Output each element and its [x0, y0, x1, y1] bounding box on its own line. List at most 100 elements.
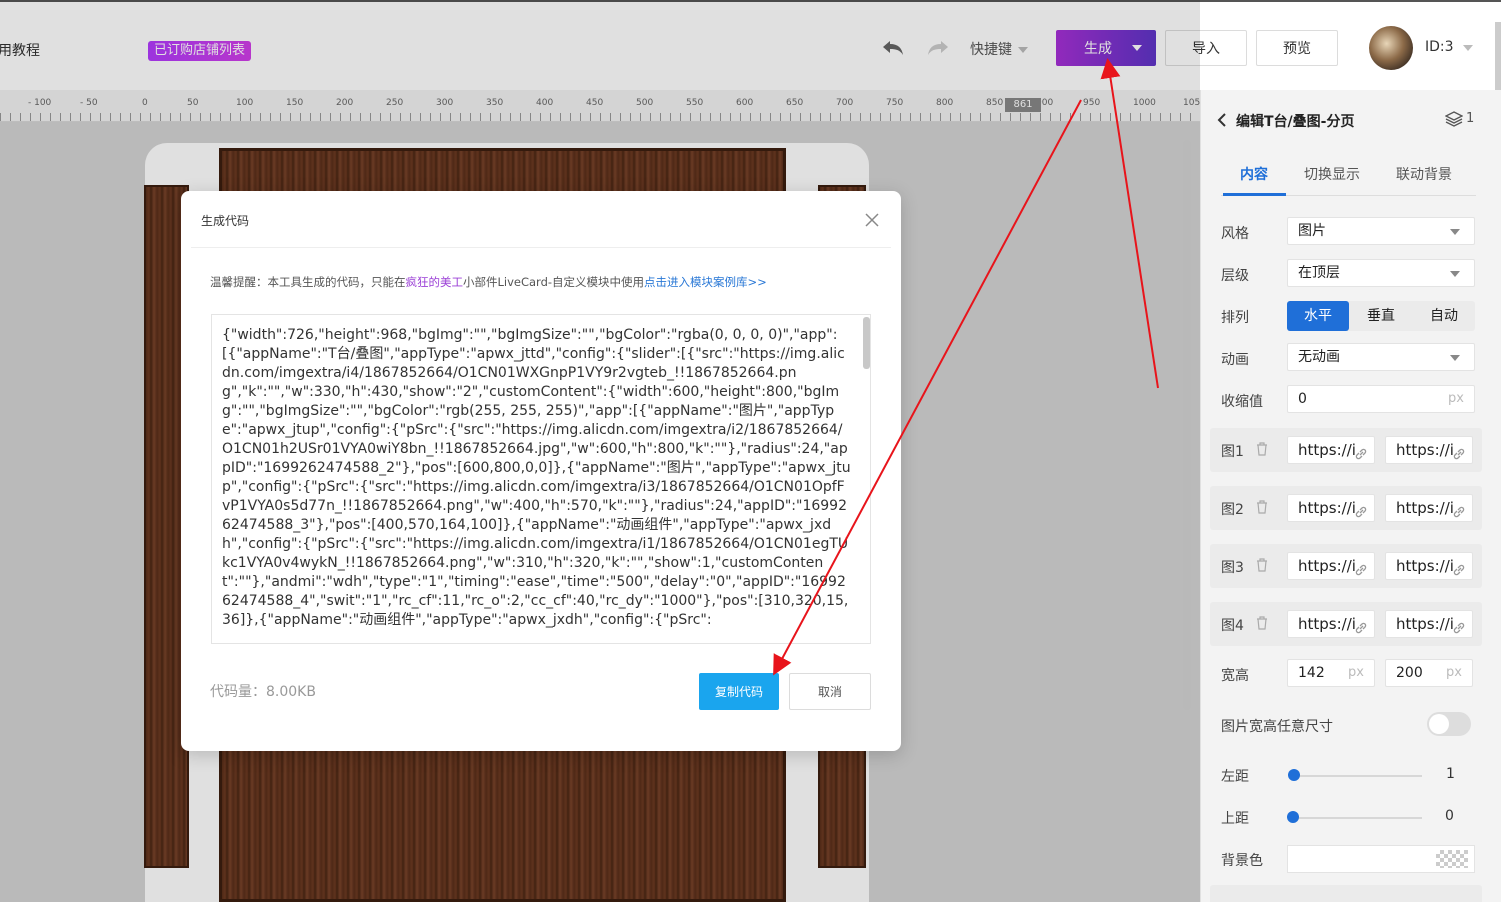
chevron-down-icon[interactable]	[1463, 45, 1473, 51]
layer-count: 1	[1466, 111, 1475, 126]
dialog-tip: 温馨提醒：本工具生成的代码，只能在疯狂的美工小部件LiveCard-自定义模块中…	[210, 274, 767, 290]
top-offset-slider-handle[interactable]	[1287, 811, 1299, 823]
height-input[interactable]: 200 px	[1385, 659, 1473, 687]
link-icon	[1452, 617, 1466, 634]
anysize-label: 图片宽高任意尺寸	[1221, 719, 1333, 735]
panel-next-card	[1210, 885, 1482, 902]
left-offset-slider-track[interactable]	[1292, 775, 1422, 777]
arrange-auto-button[interactable]: 自动	[1413, 301, 1475, 331]
arrange-vertical-button[interactable]: 垂直	[1350, 301, 1412, 331]
trash-icon[interactable]	[1256, 442, 1268, 456]
width-value: 142	[1298, 665, 1325, 681]
left-offset-slider-handle[interactable]	[1288, 769, 1300, 781]
image-url-field[interactable]: https://i	[1287, 552, 1375, 580]
dialog-title: 生成代码	[201, 214, 250, 228]
image-row-4: 图4 https://i https://i	[1210, 602, 1482, 646]
tip-text-middle: 小部件LiveCard-自定义模块中使用	[463, 275, 645, 289]
dialog-divider	[191, 247, 891, 248]
image-link-field[interactable]: https://i	[1385, 552, 1473, 580]
unit-px: px	[1348, 665, 1364, 680]
link-icon	[1354, 443, 1368, 460]
image-row-2: 图2 https://i https://i	[1210, 486, 1482, 530]
bgcolor-picker[interactable]	[1287, 845, 1475, 873]
image-url-field[interactable]: https://i	[1287, 436, 1375, 464]
image-url-field[interactable]: https://i	[1287, 610, 1375, 638]
anysize-toggle[interactable]	[1427, 712, 1471, 736]
top-offset-label: 上距	[1221, 811, 1249, 827]
top-offset-value: 0	[1445, 808, 1454, 824]
style-value: 图片	[1298, 223, 1326, 239]
url-text: https://i	[1298, 441, 1356, 459]
unit-px: px	[1448, 391, 1464, 406]
chevron-down-icon	[1450, 229, 1460, 235]
animation-select[interactable]: 无动画	[1287, 343, 1475, 371]
width-input[interactable]: 142 px	[1287, 659, 1375, 687]
shrink-input[interactable]: 0 px	[1287, 385, 1475, 413]
transparent-swatch	[1436, 850, 1468, 868]
arrange-horizontal-button[interactable]: 水平	[1287, 301, 1349, 331]
link-icon	[1452, 501, 1466, 518]
link-icon	[1354, 617, 1368, 634]
code-textarea[interactable]: {"width":726,"height":968,"bgImg":"","bg…	[211, 314, 871, 644]
url-text: https://i	[1396, 499, 1454, 517]
unit-px: px	[1446, 665, 1462, 680]
top-offset-slider-track[interactable]	[1292, 817, 1422, 819]
tab-content[interactable]: 内容	[1240, 164, 1268, 184]
left-offset-label: 左距	[1221, 769, 1249, 785]
cancel-button[interactable]: 取消	[789, 673, 871, 710]
animation-value: 无动画	[1298, 349, 1340, 365]
generated-code: {"width":726,"height":968,"bgImg":"","bg…	[222, 327, 851, 628]
chevron-down-icon	[1450, 355, 1460, 361]
bgcolor-label: 背景色	[1221, 853, 1263, 869]
window-edge	[1495, 22, 1501, 97]
left-offset-value: 1	[1446, 766, 1455, 782]
preview-button[interactable]: 预览	[1256, 30, 1338, 66]
tab-switch-display[interactable]: 切换显示	[1304, 164, 1360, 184]
link-icon	[1354, 559, 1368, 576]
style-select[interactable]: 图片	[1287, 217, 1475, 245]
style-label: 风格	[1221, 226, 1249, 242]
avatar[interactable]	[1369, 26, 1413, 70]
back-chevron-icon[interactable]	[1217, 112, 1227, 132]
image-link-field[interactable]: https://i	[1385, 436, 1473, 464]
trash-icon[interactable]	[1256, 616, 1268, 630]
level-select[interactable]: 在顶层	[1287, 259, 1475, 287]
user-id[interactable]: ID:3	[1425, 39, 1454, 55]
image-link-field[interactable]: https://i	[1385, 610, 1473, 638]
code-scrollbar[interactable]	[863, 317, 870, 369]
animation-label: 动画	[1221, 352, 1249, 368]
link-icon	[1354, 501, 1368, 518]
crazy-designer-link[interactable]: 疯狂的美工	[406, 275, 464, 289]
level-label: 层级	[1221, 268, 1249, 284]
close-icon[interactable]	[864, 212, 880, 228]
module-case-library-link[interactable]: 点击进入模块案例库>>	[644, 275, 767, 289]
shrink-value: 0	[1298, 391, 1307, 407]
size-label: 宽高	[1221, 668, 1249, 684]
code-size: 代码量：8.00KB	[210, 684, 316, 700]
arrange-label: 排列	[1221, 310, 1249, 326]
link-icon	[1452, 559, 1466, 576]
layers-icon[interactable]	[1444, 110, 1464, 128]
trash-icon[interactable]	[1256, 500, 1268, 514]
arrange-segmented-control: 水平 垂直 自动	[1287, 301, 1475, 331]
shrink-label: 收缩值	[1221, 394, 1263, 410]
image-url-field[interactable]: https://i	[1287, 494, 1375, 522]
image-label: 图1	[1221, 444, 1244, 460]
copy-code-button[interactable]: 复制代码	[699, 673, 779, 710]
trash-icon[interactable]	[1256, 558, 1268, 572]
toggle-knob	[1429, 714, 1449, 734]
link-icon	[1452, 443, 1466, 460]
url-text: https://i	[1298, 557, 1356, 575]
url-text: https://i	[1396, 615, 1454, 633]
tab-linked-background[interactable]: 联动背景	[1396, 164, 1452, 184]
generate-code-dialog: 生成代码 温馨提醒：本工具生成的代码，只能在疯狂的美工小部件LiveCard-自…	[181, 191, 901, 751]
height-value: 200	[1396, 665, 1423, 681]
image-row-3: 图3 https://i https://i	[1210, 544, 1482, 588]
image-link-field[interactable]: https://i	[1385, 494, 1473, 522]
image-label: 图2	[1221, 502, 1244, 518]
panel-tabs: 内容 切换显示 联动背景	[1221, 152, 1476, 196]
url-text: https://i	[1298, 615, 1356, 633]
tip-text: 温馨提醒：本工具生成的代码，只能在	[210, 275, 406, 289]
canvas-scrollbar[interactable]	[1183, 140, 1191, 710]
url-text: https://i	[1396, 557, 1454, 575]
